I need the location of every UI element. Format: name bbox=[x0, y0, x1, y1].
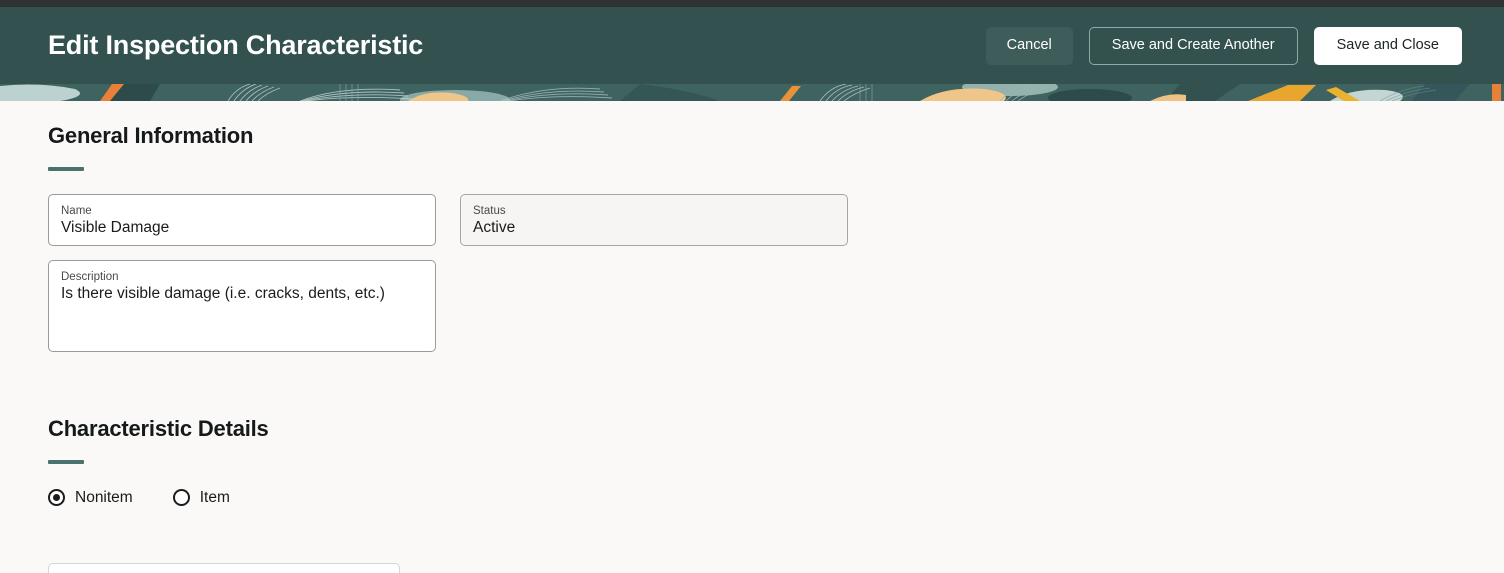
save-and-close-button[interactable]: Save and Close bbox=[1313, 26, 1462, 65]
page-header: Edit Inspection Characteristic Cancel Sa… bbox=[0, 7, 1504, 84]
general-information-row-1: Name Visible Damage Status Active bbox=[48, 194, 1456, 246]
name-field-value: Visible Damage bbox=[61, 219, 170, 236]
save-and-create-another-button[interactable]: Save and Create Another bbox=[1088, 26, 1298, 65]
radio-option-item[interactable]: Item bbox=[172, 488, 230, 506]
name-field-label: Name bbox=[61, 205, 92, 217]
page-title: Edit Inspection Characteristic bbox=[48, 30, 424, 60]
page-content: General Information Name Visible Damage … bbox=[0, 101, 1504, 573]
radio-item-icon[interactable] bbox=[172, 489, 190, 506]
general-information-section: General Information Name Visible Damage … bbox=[48, 123, 1456, 352]
header-action-buttons: Cancel Save and Create Another Save and … bbox=[985, 26, 1462, 65]
status-field-label: Status bbox=[473, 205, 506, 217]
radio-option-nonitem[interactable]: Nonitem bbox=[48, 489, 133, 506]
radio-nonitem-icon[interactable] bbox=[48, 489, 65, 506]
characteristic-details-accent-bar bbox=[48, 460, 84, 464]
top-accent-strip bbox=[0, 0, 1504, 7]
radio-option-item-label: Item bbox=[199, 488, 230, 506]
description-field-label: Description bbox=[61, 271, 119, 283]
edit-inspection-characteristic-page: Edit Inspection Characteristic Cancel Sa… bbox=[0, 0, 1504, 573]
status-field[interactable]: Status Active bbox=[460, 194, 848, 246]
general-information-heading: General Information bbox=[48, 123, 254, 148]
name-field[interactable]: Name Visible Damage bbox=[48, 194, 436, 246]
cancel-button[interactable]: Cancel bbox=[985, 26, 1073, 65]
general-information-row-2: Description Is there visible damage (i.e… bbox=[48, 260, 1456, 352]
radio-option-nonitem-label: Nonitem bbox=[75, 488, 133, 506]
clipped-field-below-fold[interactable] bbox=[48, 563, 400, 573]
description-field[interactable]: Description Is there visible damage (i.e… bbox=[48, 260, 436, 352]
characteristic-details-heading: Characteristic Details bbox=[48, 416, 269, 441]
characteristic-details-section: Characteristic Details Nonitem Item bbox=[48, 416, 1456, 506]
decorative-banner bbox=[0, 84, 1504, 101]
general-information-accent-bar bbox=[48, 167, 84, 171]
banner-pattern-icon bbox=[0, 84, 1504, 101]
characteristic-type-radio-group: Nonitem Item bbox=[48, 489, 1456, 506]
status-field-value: Active bbox=[473, 219, 516, 236]
description-field-value: Is there visible damage (i.e. cracks, de… bbox=[61, 285, 385, 302]
